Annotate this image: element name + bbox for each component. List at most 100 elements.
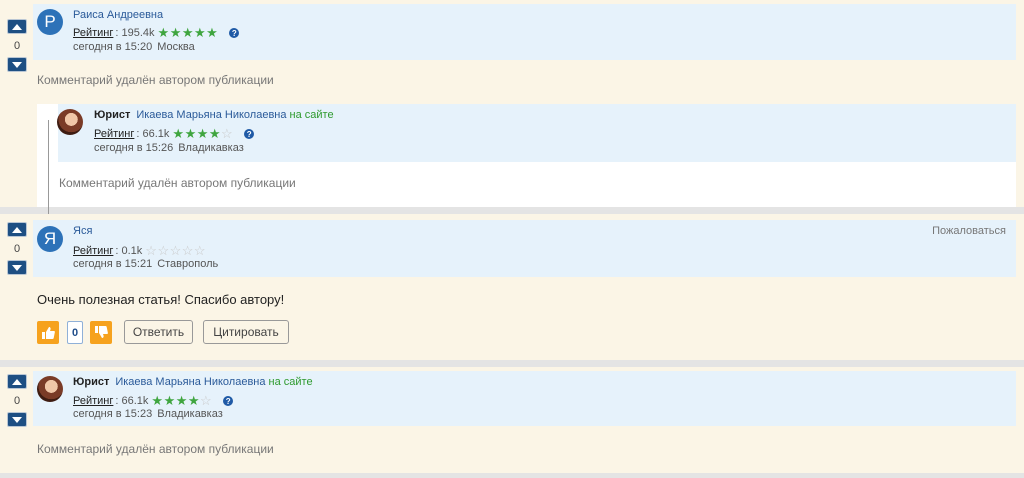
arrow-down-icon	[12, 264, 22, 271]
rating-value: : 195.4k	[115, 27, 155, 39]
rating-stars: ★★★★★	[158, 25, 219, 41]
rating-label[interactable]: Рейтинг	[94, 128, 134, 140]
vote-widget: 0	[6, 19, 28, 72]
arrow-down-icon	[12, 416, 22, 423]
author-name: Юрист Икаева Марьяна Николаевна на сайте	[73, 376, 313, 388]
star-icon: ★	[194, 25, 207, 40]
author-role: Юрист	[94, 109, 131, 121]
vote-up-button[interactable]	[7, 222, 27, 237]
comment-time: сегодня в 15:21	[73, 258, 153, 270]
comment-block: 0 Р Раиса Андреевна Рейтинг : 195.4k ★★★…	[0, 0, 1024, 207]
star-icon: ☆	[221, 126, 234, 141]
author-link[interactable]: Раиса Андреевна	[73, 9, 163, 21]
reply-button[interactable]: Ответить	[124, 320, 193, 344]
vote-widget: 0	[6, 374, 28, 427]
comment-meta: сегодня в 15:21 Ставрополь	[73, 258, 218, 270]
comment-city: Москва	[157, 41, 195, 53]
quote-button[interactable]: Цитировать	[203, 320, 289, 344]
help-icon[interactable]: ?	[244, 129, 255, 139]
star-icon: ☆	[200, 393, 213, 408]
arrow-up-icon	[12, 226, 22, 233]
star-icon: ★	[206, 25, 219, 40]
thumbs-down-icon	[95, 326, 108, 338]
rating-value: : 66.1k	[115, 395, 149, 407]
rating-label[interactable]: Рейтинг	[73, 245, 113, 257]
rating-stars: ☆☆☆☆☆	[145, 243, 206, 259]
rating-label[interactable]: Рейтинг	[73, 395, 113, 407]
star-icon: ★	[196, 126, 209, 141]
author-link[interactable]: Икаева Марьяна Николаевна	[115, 376, 265, 388]
complain-link[interactable]: Пожаловаться	[932, 225, 1006, 237]
star-icon: ★	[157, 25, 170, 40]
rating: Рейтинг : 66.1k ★★★★☆ ?	[94, 126, 255, 142]
star-icon: ★	[175, 393, 188, 408]
rating-label[interactable]: Рейтинг	[73, 27, 113, 39]
vote-count: 0	[13, 40, 21, 52]
vote-down-button[interactable]	[7, 412, 27, 427]
star-icon: ☆	[157, 243, 170, 258]
star-icon: ☆	[145, 243, 158, 258]
star-icon: ★	[184, 126, 197, 141]
star-icon: ★	[169, 25, 182, 40]
author-name[interactable]: Яся	[73, 225, 92, 237]
comment-block: 0 Я Яся Пожаловаться Рейтинг : 0.1k ☆☆☆☆…	[0, 214, 1024, 360]
author-name: Юрист Икаева Марьяна Николаевна на сайте	[94, 109, 334, 121]
online-status: на сайте	[268, 376, 313, 388]
help-icon[interactable]: ?	[229, 28, 240, 38]
author-link[interactable]: Икаева Марьяна Николаевна	[136, 109, 286, 121]
arrow-down-icon	[12, 61, 22, 68]
arrow-up-icon	[12, 378, 22, 385]
avatar[interactable]: Я	[37, 226, 63, 252]
vote-up-button[interactable]	[7, 19, 27, 34]
rating-value: : 0.1k	[115, 245, 143, 257]
thumbs-up-icon	[42, 327, 55, 339]
like-count: 0	[67, 321, 83, 344]
vote-count: 0	[13, 243, 21, 255]
vote-down-button[interactable]	[7, 57, 27, 72]
comment-text: Очень полезная статья! Спасибо автору!	[37, 292, 285, 307]
star-icon: ☆	[193, 243, 207, 258]
dislike-button[interactable]	[90, 321, 112, 344]
star-icon: ★	[163, 393, 176, 408]
star-icon: ★	[172, 126, 185, 141]
deleted-notice: Комментарий удалён автором публикации	[37, 73, 274, 87]
vote-up-button[interactable]	[7, 374, 27, 389]
comment-meta: сегодня в 15:23 Владикавказ	[73, 408, 223, 420]
comment-city: Владикавказ	[178, 142, 244, 154]
help-icon[interactable]: ?	[223, 396, 234, 406]
arrow-up-icon	[12, 23, 22, 30]
thread-line	[48, 120, 49, 214]
avatar[interactable]: Р	[37, 9, 63, 35]
vote-count: 0	[13, 395, 21, 407]
avatar[interactable]	[57, 109, 83, 135]
deleted-notice: Комментарий удалён автором публикации	[37, 442, 274, 456]
star-icon: ★	[187, 393, 201, 408]
online-status: на сайте	[289, 109, 334, 121]
comment-block: 0 Юрист Икаева Марьяна Николаевна на сайт…	[0, 367, 1024, 473]
star-icon: ★	[208, 126, 222, 141]
like-button[interactable]	[37, 321, 59, 344]
vote-down-button[interactable]	[7, 260, 27, 275]
comment-time: сегодня в 15:23	[73, 408, 153, 420]
rating-value: : 66.1k	[136, 128, 170, 140]
star-icon: ☆	[181, 243, 194, 258]
comment-meta: сегодня в 15:26 Владикавказ	[94, 142, 244, 154]
comment-meta: сегодня в 15:20 Москва	[73, 41, 195, 53]
rating: Рейтинг : 195.4k ★★★★★ ?	[73, 25, 240, 41]
rating-stars: ★★★★☆	[151, 393, 212, 409]
star-icon: ★	[151, 393, 164, 408]
author-name[interactable]: Раиса Андреевна	[73, 9, 163, 21]
comment-city: Ставрополь	[157, 258, 219, 270]
avatar[interactable]	[37, 376, 63, 402]
rating: Рейтинг : 0.1k ☆☆☆☆☆	[73, 243, 206, 259]
author-role: Юрист	[73, 376, 110, 388]
star-icon: ☆	[169, 243, 182, 258]
rating: Рейтинг : 66.1k ★★★★☆ ?	[73, 393, 234, 409]
comment-time: сегодня в 15:26	[94, 142, 174, 154]
comment-time: сегодня в 15:20	[73, 41, 153, 53]
author-link[interactable]: Яся	[73, 225, 92, 237]
rating-stars: ★★★★☆	[172, 126, 233, 142]
star-icon: ★	[181, 25, 194, 40]
deleted-notice: Комментарий удалён автором публикации	[59, 176, 296, 190]
comment-city: Владикавказ	[157, 408, 223, 420]
